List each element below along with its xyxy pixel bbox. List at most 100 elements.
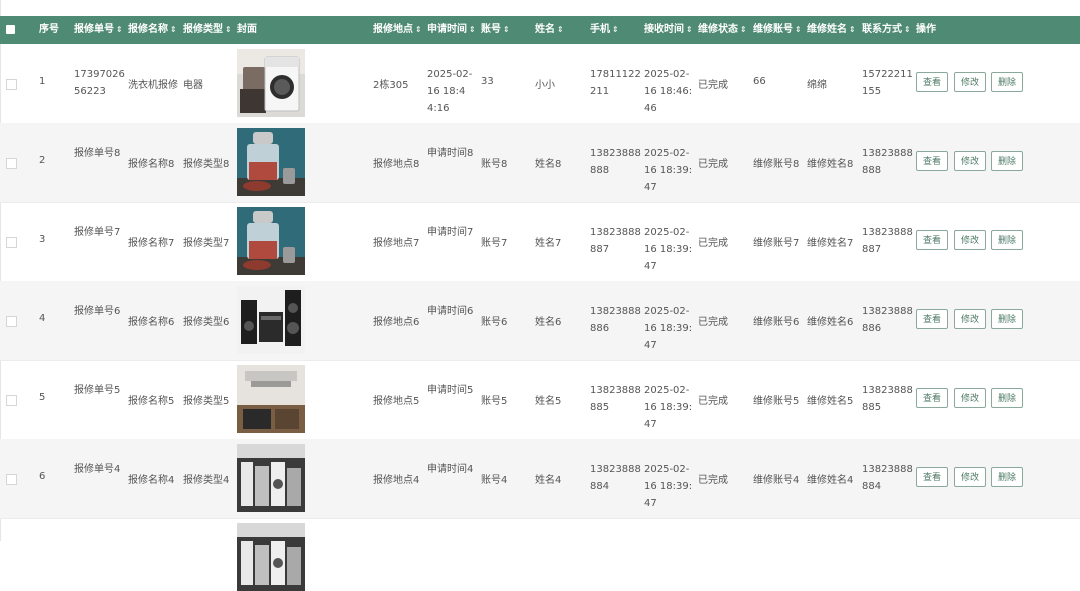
cell-receive-time: 2025-02-16 18:46:46 (644, 69, 693, 114)
delete-button[interactable]: 删除 (991, 388, 1023, 408)
cover-image (237, 207, 305, 275)
header-apply_time[interactable]: 申请时间 ⇕ (427, 16, 476, 44)
header-label: 操作 (916, 24, 936, 35)
view-button[interactable]: 查看 (916, 151, 948, 171)
cell-repair-account: 维修账号5 (753, 396, 800, 407)
cell-account: 账号7 (481, 238, 508, 249)
sort-icon[interactable]: ⇕ (849, 25, 856, 34)
edit-button[interactable]: 修改 (954, 230, 986, 250)
view-button[interactable]: 查看 (916, 467, 948, 487)
cell-account: 33 (481, 76, 494, 87)
cell-apply-time: 2025-02-16 18:44:16 (427, 69, 473, 114)
cell-repair-name2: 维修姓名4 (807, 475, 854, 486)
cell-apply-time: 申请时间6 (427, 306, 474, 317)
cell-repair-account: 维修账号7 (753, 238, 800, 249)
cell-repair-name: 报修名称7 (128, 238, 175, 249)
table-row[interactable]: 5 报修单号5 报修名称5 报修类型5 报修地点5 申请时间5 账号5 姓名5 13823888… (0, 360, 1080, 440)
cover-image (237, 128, 305, 196)
delete-button[interactable]: 删除 (991, 72, 1023, 92)
cell-receive-time: 2025-02-16 18:39:47 (644, 148, 693, 193)
table-row[interactable]: 3 报修单号7 报修名称7 报修类型7 报修地点7 申请时间7 账号7 姓名7 13823888… (0, 202, 1080, 282)
select-all-checkbox[interactable] (6, 25, 15, 34)
table-row[interactable]: 1 1739702656223 洗衣机报修 电器 2栋305 2025-02-16 18:… (0, 44, 1080, 124)
cell-contact: 13823888886 (862, 306, 913, 334)
header-name[interactable]: 姓名 ⇕ (535, 16, 564, 44)
row-checkbox[interactable] (6, 79, 17, 90)
header-label: 报修名称 (128, 24, 168, 35)
cell-phone: 13823888888 (590, 148, 641, 176)
cell-apply-time: 申请时间8 (427, 148, 474, 159)
sort-icon[interactable]: ⇕ (469, 25, 476, 34)
sort-icon[interactable]: ⇕ (557, 25, 564, 34)
sort-icon[interactable]: ⇕ (116, 25, 123, 34)
header-label: 手机 (590, 24, 610, 35)
header-repair_name2[interactable]: 维修姓名 ⇕ (807, 16, 856, 44)
header-status[interactable]: 维修状态 ⇕ (698, 16, 747, 44)
sort-icon[interactable]: ⇕ (904, 25, 911, 34)
sort-icon[interactable]: ⇕ (170, 25, 177, 34)
cell-phone: 13823888886 (590, 306, 641, 334)
cell-name: 姓名5 (535, 396, 562, 407)
sort-icon[interactable]: ⇕ (612, 25, 619, 34)
header-label: 联系方式 (862, 24, 902, 35)
sort-icon[interactable]: ⇕ (740, 25, 747, 34)
table-row[interactable]: 6 报修单号4 报修名称4 报修类型4 报修地点4 申请时间4 账号4 姓名4 13823888… (0, 439, 1080, 519)
cell-location: 报修地点5 (373, 396, 420, 407)
cell-name: 姓名8 (535, 159, 562, 170)
header-account[interactable]: 账号 ⇕ (481, 16, 510, 44)
view-button[interactable]: 查看 (916, 309, 948, 329)
cell-repair-type: 电器 (183, 80, 203, 91)
delete-button[interactable]: 删除 (991, 467, 1023, 487)
row-checkbox[interactable] (6, 395, 17, 406)
cell-contact: 15722211155 (862, 69, 913, 97)
header-repair_account[interactable]: 维修账号 ⇕ (753, 16, 802, 44)
header-phone[interactable]: 手机 ⇕ (590, 16, 619, 44)
table-row[interactable]: 4 报修单号6 报修名称6 报修类型6 报修地点6 申请时间6 账号6 姓名6 13823888… (0, 281, 1080, 361)
table-row[interactable] (0, 518, 1080, 591)
header-label: 账号 (481, 24, 501, 35)
header-contact[interactable]: 联系方式 ⇕ (862, 16, 911, 44)
sort-icon[interactable]: ⇕ (686, 25, 693, 34)
cell-repair-type: 报修类型7 (183, 238, 230, 249)
delete-button[interactable]: 删除 (991, 309, 1023, 329)
header-cover: 封面 (237, 16, 257, 44)
view-button[interactable]: 查看 (916, 388, 948, 408)
cell-contact: 13823888885 (862, 385, 913, 413)
cell-contact: 13823888888 (862, 148, 913, 176)
cell-repair-type: 报修类型8 (183, 159, 230, 170)
header-location[interactable]: 报修地点 ⇕ (373, 16, 422, 44)
view-button[interactable]: 查看 (916, 72, 948, 92)
sort-icon[interactable]: ⇕ (225, 25, 232, 34)
header-repair_name[interactable]: 报修名称 ⇕ (128, 16, 177, 44)
edit-button[interactable]: 修改 (954, 151, 986, 171)
header-label: 报修类型 (183, 24, 223, 35)
row-checkbox[interactable] (6, 237, 17, 248)
header-receive_time[interactable]: 接收时间 ⇕ (644, 16, 693, 44)
view-button[interactable]: 查看 (916, 230, 948, 250)
delete-button[interactable]: 删除 (991, 230, 1023, 250)
row-checkbox[interactable] (6, 316, 17, 327)
header-order_no[interactable]: 报修单号 ⇕ (74, 16, 123, 44)
cover-image (237, 523, 305, 591)
header-label: 报修单号 (74, 24, 114, 35)
cell-contact: 13823888887 (862, 227, 913, 255)
table-row[interactable]: 2 报修单号8 报修名称8 报修类型8 报修地点8 申请时间8 账号8 姓名8 13823888… (0, 123, 1080, 203)
row-checkbox[interactable] (6, 158, 17, 169)
cell-order-no: 报修单号4 (74, 464, 121, 475)
sort-icon[interactable]: ⇕ (795, 25, 802, 34)
cell-repair-name2: 维修姓名6 (807, 317, 854, 328)
cell-repair-name2: 维修姓名5 (807, 396, 854, 407)
sort-icon[interactable]: ⇕ (415, 25, 422, 34)
sort-icon[interactable]: ⇕ (503, 25, 510, 34)
header-label: 报修地点 (373, 24, 413, 35)
edit-button[interactable]: 修改 (954, 309, 986, 329)
edit-button[interactable]: 修改 (954, 467, 986, 487)
cell-repair-name: 洗衣机报修 (128, 80, 178, 91)
edit-button[interactable]: 修改 (954, 72, 986, 92)
cell-name: 姓名4 (535, 475, 562, 486)
header-repair_type[interactable]: 报修类型 ⇕ (183, 16, 232, 44)
delete-button[interactable]: 删除 (991, 151, 1023, 171)
cell-receive-time: 2025-02-16 18:39:47 (644, 306, 693, 351)
row-checkbox[interactable] (6, 474, 17, 485)
edit-button[interactable]: 修改 (954, 388, 986, 408)
